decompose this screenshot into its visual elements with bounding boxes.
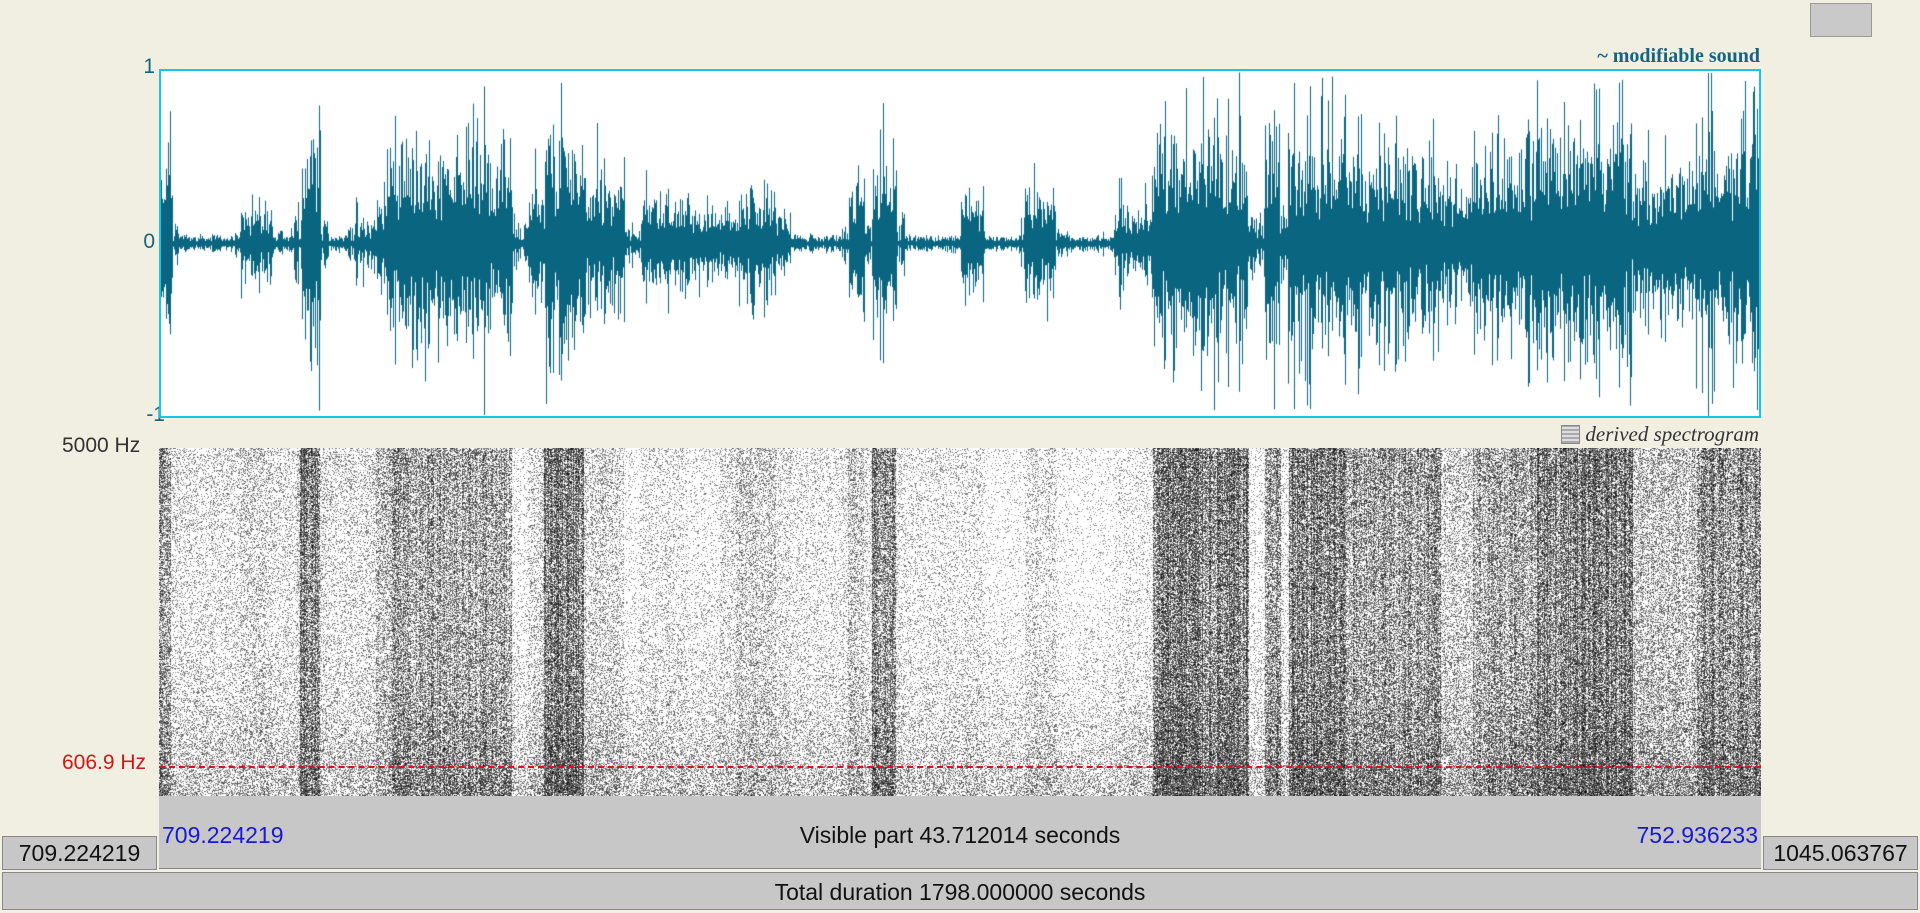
spectrogram-label: derived spectrogram (1585, 422, 1759, 446)
cursor-frequency-label: 606.9 Hz (62, 751, 147, 774)
toolbar-button[interactable] (1810, 3, 1872, 37)
frequency-cursor-line (159, 766, 1761, 768)
spectrogram-panel[interactable] (159, 448, 1761, 796)
wave-ytick-middle: 0 (143, 230, 155, 253)
wave-ytick-top: 1 (143, 55, 155, 78)
visible-end-time: 752.936233 (1636, 822, 1758, 848)
max-frequency-label: 5000 Hz (62, 434, 141, 457)
sound-editor: 1 0 -1 ~ modifiable sound derived spectr… (0, 0, 1920, 913)
visible-part-label: Visible part 43.712014 seconds (799, 822, 1121, 848)
waveform-panel[interactable] (159, 69, 1761, 418)
window-end-time[interactable]: 1045.063767 (1763, 836, 1918, 870)
total-duration-bar[interactable]: Total duration 1798.000000 seconds (2, 872, 1918, 910)
spectrogram-icon (1561, 425, 1581, 444)
waveform-canvas[interactable] (161, 71, 1759, 416)
spectrogram-label-group: derived spectrogram (1561, 422, 1759, 447)
visible-part-bar[interactable]: 709.224219 Visible part 43.712014 second… (159, 796, 1761, 869)
spectrogram-canvas[interactable] (159, 448, 1761, 796)
window-start-time[interactable]: 709.224219 (2, 836, 157, 870)
waveform-label: ~ modifiable sound (1597, 45, 1760, 67)
